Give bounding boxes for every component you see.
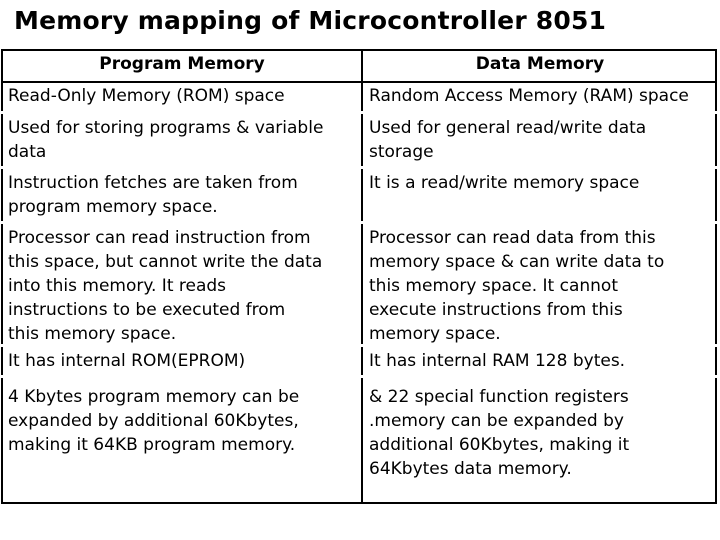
- row-gap: [0, 344, 4, 347]
- row-4-data: Processor can read data from this memory…: [369, 228, 665, 344]
- row-4-program: Processor can read instruction from this…: [8, 228, 323, 344]
- memory-comparison-table: Program Memory Data Memory Read-Only Mem…: [0, 49, 719, 504]
- page-title: Memory mapping of Microcontroller 8051: [14, 6, 607, 35]
- row-gap: [715, 221, 719, 224]
- header-divider: [3, 81, 715, 83]
- row-6-data: & 22 special function registers .memory …: [369, 387, 630, 479]
- row-gap: [0, 221, 4, 224]
- row-gap: [360, 375, 364, 378]
- row-gap: [0, 166, 4, 169]
- row-2-data: Used for general read/write data storage: [369, 118, 647, 162]
- row-2-program: Used for storing programs & variable dat…: [8, 118, 324, 162]
- row-gap: [715, 166, 719, 169]
- header-program-memory: Program Memory: [99, 54, 265, 74]
- row-gap: [715, 111, 719, 114]
- row-5-data: It has internal RAM 128 bytes.: [369, 351, 626, 371]
- row-gap: [0, 375, 4, 378]
- row-6-program: 4 Kbytes program memory can be expanded …: [8, 387, 300, 455]
- row-gap: [0, 111, 4, 114]
- header-data-memory: Data Memory: [475, 54, 605, 74]
- row-1-program: Read-Only Memory (ROM) space: [8, 86, 285, 106]
- row-gap: [360, 221, 364, 224]
- row-5-program: It has internal ROM(EPROM): [8, 351, 246, 371]
- row-1-data: Random Access Memory (RAM) space: [369, 86, 689, 106]
- column-divider: [361, 51, 363, 502]
- row-3-data: It is a read/write memory space: [369, 173, 640, 193]
- row-gap: [715, 375, 719, 378]
- row-gap: [360, 344, 364, 347]
- row-gap: [360, 111, 364, 114]
- row-3-program: Instruction fetches are taken from progr…: [8, 173, 298, 217]
- row-gap: [360, 166, 364, 169]
- row-gap: [715, 344, 719, 347]
